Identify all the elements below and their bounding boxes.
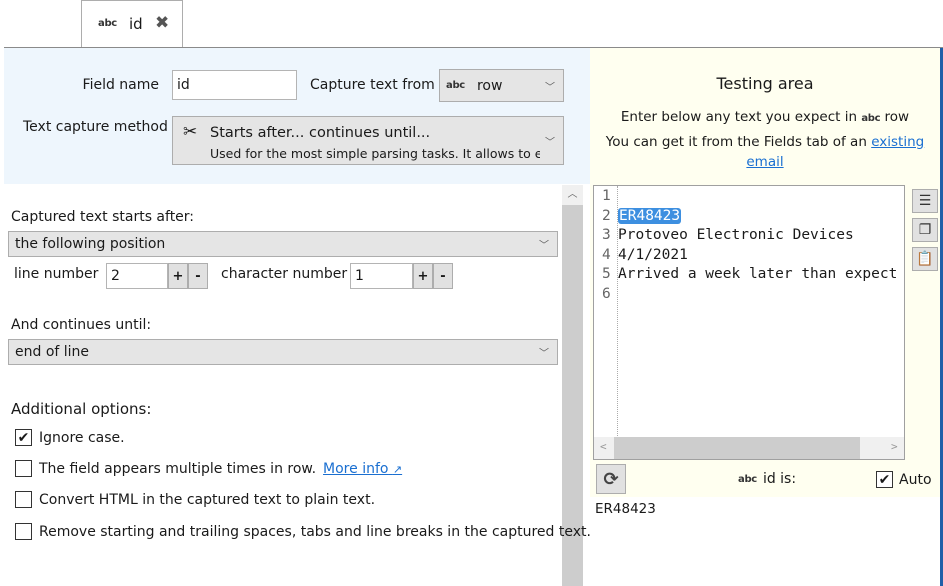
- end-label: And continues until:: [11, 317, 152, 333]
- line-increment-button[interactable]: +: [168, 263, 188, 289]
- line-number: 5: [602, 266, 611, 282]
- line-gutter: [594, 186, 618, 436]
- more-info-link[interactable]: More info ↗: [323, 461, 402, 477]
- test-text-editor[interactable]: 1 2 ER48423 3 Protoveo Electronic Devices 4 4/…: [593, 185, 905, 460]
- char-increment-button[interactable]: +: [413, 263, 433, 289]
- menu-icon[interactable]: ☰: [912, 189, 938, 213]
- scroll-right-icon[interactable]: >: [891, 440, 898, 453]
- testing-title: Testing area: [716, 74, 814, 93]
- text-type-icon: abc: [446, 80, 465, 91]
- option-multiple-times[interactable]: The field appears multiple times in row.…: [15, 460, 402, 477]
- scroll-left-icon[interactable]: <: [600, 440, 607, 453]
- start-select[interactable]: the following position ﹀: [8, 231, 558, 257]
- character-number-label: character number: [221, 266, 348, 282]
- text-type-icon: abc: [738, 473, 757, 485]
- line-number-label: line number: [14, 266, 99, 282]
- line-number: 1: [602, 188, 611, 204]
- start-label: Captured text starts after:: [11, 209, 195, 225]
- options-title: Additional options:: [11, 400, 152, 418]
- text-type-icon: abc: [861, 113, 881, 124]
- result-label: abc id is:: [738, 471, 797, 487]
- field-name-label: Field name: [82, 77, 159, 93]
- chevron-down-icon: ﹀: [545, 137, 555, 148]
- horizontal-scrollbar[interactable]: < >: [594, 437, 904, 459]
- start-value: the following position: [15, 236, 166, 252]
- end-select[interactable]: end of line ﹀: [8, 339, 558, 365]
- method-title: Starts after... continues until...: [210, 125, 431, 141]
- line-number: 4: [602, 246, 611, 263]
- text-type-icon: abc: [98, 18, 117, 29]
- checkbox-checked[interactable]: ✔: [15, 429, 32, 446]
- code-line: Protoveo Electronic Devices: [618, 227, 854, 243]
- line-number: 2: [602, 207, 611, 224]
- field-name-input[interactable]: id: [172, 70, 297, 100]
- auto-checkbox[interactable]: ✔ Auto: [876, 471, 932, 488]
- refresh-button[interactable]: ⟳: [596, 464, 626, 494]
- result-value: ER48423: [595, 501, 656, 517]
- method-label: Text capture method: [23, 119, 168, 135]
- capture-from-select[interactable]: abc row ﹀: [439, 69, 564, 102]
- character-number-input[interactable]: 1: [350, 263, 413, 289]
- end-value: end of line: [15, 344, 90, 360]
- capture-from-value: row: [476, 77, 503, 94]
- testing-instructions: Enter below any text you expect in abc r…: [620, 109, 910, 125]
- scissors-icon: ✂: [183, 122, 198, 142]
- code-line: 4/1/2021: [618, 246, 688, 263]
- code-line: Arrived a week later than expect: [618, 266, 898, 282]
- chevron-down-icon: ﹀: [545, 82, 555, 93]
- checkbox[interactable]: [15, 491, 32, 508]
- line-number-input[interactable]: 2: [106, 263, 168, 289]
- option-convert-html[interactable]: Convert HTML in the captured text to pla…: [15, 491, 375, 508]
- result-panel: ER48423: [590, 497, 940, 586]
- scrollbar-thumb[interactable]: [614, 437, 860, 459]
- external-link-icon: ↗: [392, 462, 403, 476]
- checkbox[interactable]: [15, 460, 32, 477]
- option-ignore-case[interactable]: ✔ Ignore case.: [15, 429, 125, 446]
- scroll-up-icon[interactable]: ︿: [562, 185, 583, 205]
- option-trim-spaces[interactable]: Remove starting and trailing spaces, tab…: [15, 523, 591, 540]
- copy-icon[interactable]: ❐: [912, 218, 938, 242]
- capture-method-select[interactable]: ✂ Starts after... continues until... Use…: [172, 116, 564, 165]
- line-number: 3: [602, 227, 611, 243]
- tab-label: id: [129, 15, 143, 33]
- paste-icon[interactable]: 📋: [912, 247, 938, 271]
- capture-from-label: Capture text from: [310, 77, 435, 93]
- char-decrement-button[interactable]: -: [433, 263, 453, 289]
- chevron-down-icon: ﹀: [539, 348, 549, 360]
- chevron-down-icon: ﹀: [539, 240, 549, 252]
- checkbox-checked[interactable]: ✔: [876, 471, 893, 488]
- testing-hint: You can get it from the Fields tab of an…: [605, 134, 925, 170]
- highlighted-capture: ER48423: [618, 207, 682, 224]
- close-icon[interactable]: ✖: [155, 13, 169, 33]
- checkbox[interactable]: [15, 523, 32, 540]
- method-description: Used for the most simple parsing tasks. …: [210, 146, 540, 161]
- tab-id[interactable]: abc id ✖: [81, 0, 183, 48]
- line-number: 6: [602, 285, 611, 302]
- line-decrement-button[interactable]: -: [188, 263, 208, 289]
- refresh-icon: ⟳: [603, 468, 619, 490]
